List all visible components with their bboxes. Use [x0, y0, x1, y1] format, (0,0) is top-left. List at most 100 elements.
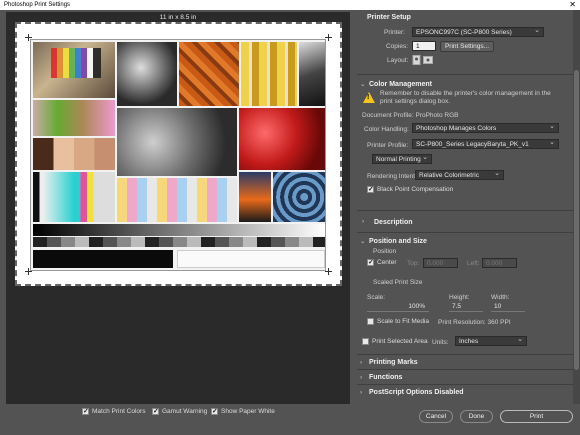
cmyk-bars-chart	[33, 172, 115, 222]
center-label: Center	[377, 259, 397, 266]
snail-photo	[117, 108, 237, 176]
chevron-right-icon[interactable]: ›	[362, 218, 364, 225]
black-point-compensation-checkbox[interactable]: Black Point Compensation	[367, 185, 454, 193]
print-selected-area-checkbox[interactable]: Print Selected Area	[362, 338, 428, 345]
scale-to-fit-checkbox[interactable]: Scale to Fit Media	[367, 318, 429, 325]
height-input[interactable]: 7.5	[449, 302, 483, 312]
crop-mark-tr	[325, 34, 332, 41]
top-input[interactable]: 0.000	[423, 258, 458, 268]
show-paper-white-label: Show Paper White	[221, 408, 275, 415]
checkbox-checked-icon	[367, 185, 374, 193]
width-label: Width:	[491, 294, 510, 301]
height-label: Height:	[449, 294, 470, 301]
electronics-photo	[299, 42, 325, 106]
functions-title[interactable]: Functions	[369, 374, 402, 381]
window-title: Photoshop Print Settings	[4, 2, 71, 8]
rendering-intent-select[interactable]: Relative Colorimetric	[415, 170, 504, 180]
print-resolution-label: Print Resolution: 360 PPI	[438, 319, 511, 326]
printing-marks-title[interactable]: Printing Marks	[369, 359, 418, 366]
abstract-photo	[273, 172, 325, 222]
chevron-right-icon[interactable]: ›	[360, 359, 362, 366]
window-titlebar: Photoshop Print Settings ✕	[0, 0, 580, 10]
close-icon[interactable]: ✕	[569, 0, 576, 10]
gamut-warning-label: Gamut Warning	[162, 408, 208, 415]
copies-input[interactable]: 1	[412, 41, 436, 51]
scaled-print-size-label: Scaled Print Size	[373, 279, 423, 286]
print-button[interactable]: Print	[500, 410, 573, 423]
rendering-intent-label: Rendering Intent:	[367, 173, 417, 180]
crop-mark-tl	[25, 34, 32, 41]
done-button[interactable]: Done	[460, 410, 493, 423]
crop-mark-bl	[25, 268, 32, 275]
scale-label: Scale:	[367, 294, 386, 301]
center-checkbox[interactable]: Center	[367, 258, 397, 266]
match-print-colors-label: Match Print Colors	[92, 408, 146, 415]
checkbox-checked-icon	[211, 407, 218, 415]
chevron-right-icon[interactable]: ›	[360, 389, 362, 396]
description-title[interactable]: Description	[374, 219, 413, 226]
cancel-button[interactable]: Cancel	[419, 410, 453, 423]
left-input[interactable]: 0.000	[482, 258, 517, 268]
landscape-layout-icon[interactable]	[423, 55, 433, 65]
postscript-options-title[interactable]: PostScript Options Disabled	[369, 389, 464, 396]
checkbox-checked-icon	[82, 407, 89, 415]
chevron-right-icon[interactable]: ›	[360, 374, 362, 381]
checkbox-checked-icon	[367, 258, 374, 266]
color-handling-label: Color Handling:	[364, 126, 409, 133]
print-preview-area: 11 in x 8.5 in	[6, 12, 350, 404]
warning-icon: !	[363, 92, 375, 103]
settings-scrollbar[interactable]	[573, 10, 580, 404]
color-management-title: Color Management	[369, 81, 433, 88]
printer-setup-title: Printer Setup	[367, 14, 411, 21]
divider	[357, 210, 573, 211]
checkbox-checked-icon	[152, 407, 159, 415]
print-settings-button[interactable]: Print Settings...	[440, 41, 494, 52]
printer-label: Printer:	[384, 29, 405, 36]
normal-printing-select[interactable]: Normal Printing	[372, 154, 432, 164]
match-print-colors-checkbox[interactable]: Match Print Colors	[82, 407, 146, 415]
print-image-preview[interactable]	[30, 39, 326, 271]
layout-label: Layout:	[387, 57, 409, 64]
position-label: Position	[373, 248, 397, 255]
black-bar	[33, 250, 173, 268]
step-wedge	[33, 237, 325, 247]
position-size-title: Position and Size	[369, 238, 427, 245]
checkbox-unchecked-icon	[367, 318, 374, 325]
crop-mark-br	[325, 268, 332, 275]
units-select[interactable]: Inches	[455, 336, 527, 346]
copies-label: Copies:	[386, 43, 409, 50]
color-handling-select[interactable]: Photoshop Manages Colors	[412, 123, 559, 133]
scale-to-fit-label: Scale to Fit Media	[377, 318, 430, 325]
top-label: Top:	[407, 260, 420, 267]
print-selected-area-label: Print Selected Area	[372, 338, 428, 345]
scale-input[interactable]: 100%	[367, 302, 429, 312]
divider	[357, 74, 573, 75]
left-label: Left:	[467, 260, 480, 267]
color-management-warning: Remember to disable the printer's color …	[380, 90, 551, 105]
orange-leaves-photo	[179, 42, 239, 106]
aspen-trees-photo	[241, 42, 297, 106]
chevron-down-icon[interactable]: ⌄	[360, 237, 365, 245]
preview-options: Match Print Colors Gamut Warning Show Pa…	[0, 404, 355, 435]
paper-preview	[15, 22, 342, 286]
sunset-photo	[239, 172, 271, 222]
glass-photo	[117, 42, 177, 106]
divider	[357, 384, 573, 385]
gamut-warning-checkbox[interactable]: Gamut Warning	[152, 407, 208, 415]
pastel-swatches-chart	[117, 178, 237, 222]
flowers-photo	[33, 100, 115, 136]
units-label: Units:	[432, 339, 449, 346]
chevron-down-icon[interactable]: ⌄	[360, 80, 365, 88]
show-paper-white-checkbox[interactable]: Show Paper White	[211, 407, 275, 415]
printer-select[interactable]: EPSONC997C (SC-P800 Series)	[412, 27, 544, 37]
strawberries-photo	[239, 108, 325, 170]
width-input[interactable]: 10	[491, 302, 525, 312]
divider	[357, 232, 573, 233]
checkbox-unchecked-icon	[362, 338, 369, 345]
scrollbar-thumb[interactable]	[574, 70, 579, 370]
document-profile-label: Document Profile: ProPhoto RGB	[362, 112, 459, 119]
divider	[357, 369, 573, 370]
black-point-compensation-label: Black Point Compensation	[377, 186, 454, 193]
portrait-layout-icon[interactable]	[412, 55, 421, 65]
printer-profile-select[interactable]: SC-P800_Series LegacyBaryta_PK_v1	[412, 139, 559, 149]
